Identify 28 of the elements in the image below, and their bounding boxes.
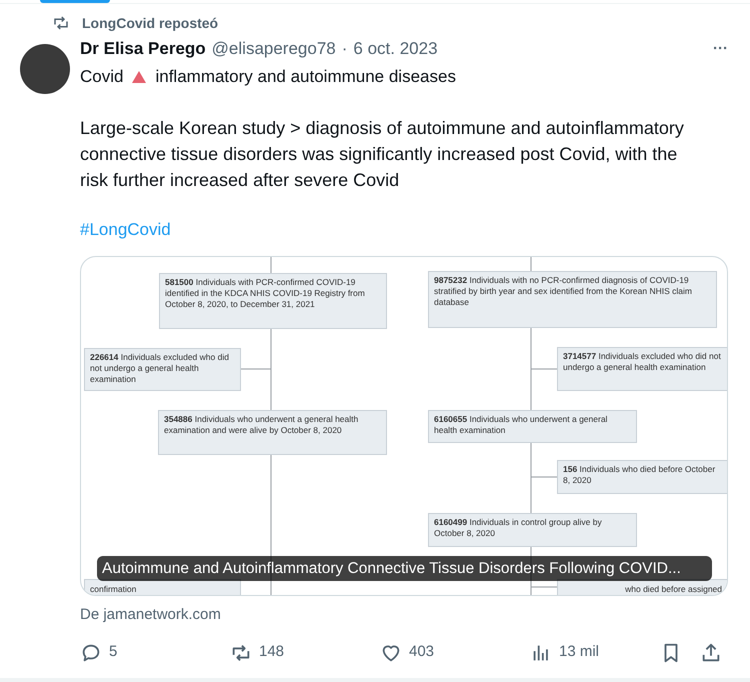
repost-icon: [52, 14, 70, 32]
separator: ·: [342, 38, 348, 60]
flowchart-box: 581500 Individuals with PCR-confirmed COVID-19 identified in the KDCA NHIS COVID-19 Registry from October 8, 2020, to December 31, 2021: [159, 273, 387, 329]
repost-label[interactable]: LongCovid reposteó: [82, 12, 218, 34]
share-icon: [700, 642, 722, 664]
more-button[interactable]: ···: [713, 38, 728, 60]
author-name[interactable]: Dr Elisa Perego: [80, 36, 206, 62]
flowchart-box: 156 Individuals who died before October 8, 2020: [557, 460, 727, 494]
post-date[interactable]: 6 oct. 2023: [353, 36, 438, 62]
share-button[interactable]: [700, 642, 722, 664]
avatar[interactable]: [20, 44, 70, 94]
card-caption: Autoimmune and Autoinflammatory Connective Tissue Disorders Following COVID...: [97, 556, 712, 581]
post-text: Large-scale Korean study > diagnosis of autoimmune and autoinflammatory connective tissue disorders was significantly increased post Covid, with the risk further increased after severe Covid: [80, 116, 685, 192]
flowchart-box: 6160655 Individuals who underwent a general health examination: [428, 410, 637, 443]
flowchart-box: 354886 Individuals who underwent a general health examination and were alive by October 8, 2020: [158, 410, 387, 455]
flowchart-box: 226614 Individuals excluded who did not undergo a general health examination: [84, 348, 241, 391]
post-text: Covid: [80, 66, 124, 88]
flowchart-box: 6160499 Individuals in control group alive by October 8, 2020: [428, 513, 637, 547]
card-source[interactable]: De jamanetwork.com: [80, 604, 728, 626]
flowchart-box: 3714577 Individuals excluded who did not undergo a general health examination: [557, 347, 727, 391]
repost-button[interactable]: 148: [230, 641, 340, 664]
views-button[interactable]: 13 mil: [530, 641, 640, 664]
like-button[interactable]: 403: [380, 641, 490, 664]
flowchart-box: 9875232 Individuals with no PCR-confirmed diagnosis of COVID-19 stratified by birth year and sex identified from the Korean NHIS claim database: [428, 271, 717, 328]
reply-button[interactable]: 5: [80, 641, 190, 664]
post-text: inflammatory and autoimmune diseases: [155, 66, 456, 88]
up-triangle-icon: [131, 70, 148, 84]
author-handle[interactable]: @elisaperego78: [212, 36, 336, 62]
